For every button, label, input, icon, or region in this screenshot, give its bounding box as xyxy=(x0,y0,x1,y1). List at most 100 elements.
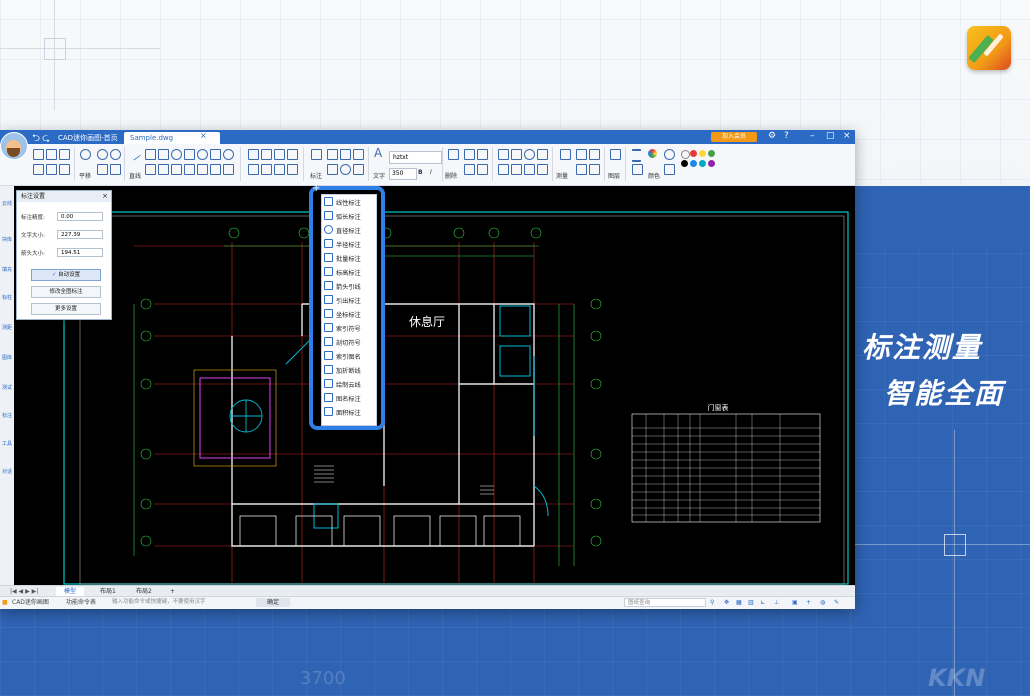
trim-icon[interactable] xyxy=(287,149,298,160)
left-tool-2[interactable]: 填充 xyxy=(1,266,13,273)
line-icon[interactable] xyxy=(127,147,142,161)
print-icon[interactable] xyxy=(33,164,44,175)
crosshair-icon[interactable]: + xyxy=(806,598,811,608)
swatch-white[interactable] xyxy=(681,150,690,159)
export-icon[interactable] xyxy=(46,164,57,175)
menu-item-batch[interactable]: 批量标注 xyxy=(324,253,374,266)
left-tool-0[interactable]: 云线 xyxy=(1,200,13,207)
user-avatar[interactable] xyxy=(0,132,28,160)
zoom-window-icon[interactable] xyxy=(110,164,121,175)
leader-icon[interactable] xyxy=(327,164,338,175)
settings-icon[interactable]: ⚙ xyxy=(768,131,776,141)
minimize-icon[interactable]: – xyxy=(810,131,815,141)
hand-pan-icon[interactable] xyxy=(80,149,91,160)
osnap-icon[interactable]: ▣ xyxy=(792,598,798,608)
help-icon[interactable]: ? xyxy=(784,131,789,141)
text-size-field[interactable]: 227.39 xyxy=(57,230,103,239)
hatch-icon[interactable] xyxy=(498,164,509,175)
left-tool-3[interactable]: 标柱 xyxy=(1,294,13,301)
fillet-icon[interactable] xyxy=(498,149,509,160)
delete-icon[interactable] xyxy=(448,149,459,160)
left-tool-5[interactable]: 图库 xyxy=(1,354,13,361)
swatch-yellow[interactable] xyxy=(699,150,706,157)
search-icon[interactable]: ⚲ xyxy=(710,598,714,608)
parallelogram-icon[interactable] xyxy=(171,164,182,175)
menu-item-revision-cloud[interactable]: 绘制云线 xyxy=(324,379,374,392)
insert-icon[interactable] xyxy=(524,164,535,175)
color-mode-icon[interactable]: ◍ xyxy=(820,598,825,608)
command-input[interactable]: 输入功能命令或快捷键，不要使用汉字 xyxy=(112,598,252,607)
linetype-icon[interactable] xyxy=(632,149,641,162)
arrow-icon[interactable] xyxy=(223,164,234,175)
drawing-canvas[interactable]: 休息厅 门窗表 xyxy=(14,186,855,585)
break-icon[interactable] xyxy=(537,149,548,160)
save-as-icon[interactable] xyxy=(59,149,70,160)
explode-icon[interactable] xyxy=(464,164,475,175)
swatch-cyan[interactable] xyxy=(699,160,706,167)
menu-item-arc-length[interactable]: 弧长标注 xyxy=(324,211,374,224)
left-tool-1[interactable]: 块库 xyxy=(1,236,13,243)
zoom-in-icon[interactable] xyxy=(97,149,108,160)
layer-icon[interactable] xyxy=(610,149,621,160)
block-icon[interactable] xyxy=(477,164,488,175)
layout-tab-2[interactable]: 布局2 xyxy=(128,587,160,596)
calc-icon[interactable] xyxy=(576,164,587,175)
triangle-icon[interactable] xyxy=(145,164,156,175)
swatch-red[interactable] xyxy=(690,150,697,157)
menu-item-break-line[interactable]: 加折断线 xyxy=(324,365,374,378)
angular-dim-icon[interactable] xyxy=(340,149,351,160)
arrow-size-field[interactable]: 194.51 xyxy=(57,248,103,257)
snap-icon[interactable]: ✥ xyxy=(724,598,729,608)
lineweight-icon[interactable] xyxy=(632,164,643,175)
tab-home[interactable]: CAD迷你画图-首页 xyxy=(52,132,132,144)
sketch-icon[interactable] xyxy=(197,164,208,175)
more-settings-button[interactable]: 更多设置 xyxy=(31,303,101,315)
save-icon[interactable] xyxy=(46,149,57,160)
measure-icon[interactable] xyxy=(560,149,571,160)
menu-item-arrow-leader[interactable]: 箭头引线 xyxy=(324,281,374,294)
ray-icon[interactable] xyxy=(158,149,169,160)
edit-pen-icon[interactable]: ✎ xyxy=(834,598,839,608)
text-icon[interactable]: A xyxy=(374,147,383,159)
menu-item-lead-out[interactable]: 引出标注 xyxy=(324,295,374,308)
confirm-button[interactable]: 确定 xyxy=(256,598,290,607)
menu-item-diameter[interactable]: 直径标注 xyxy=(324,225,374,238)
open-icon[interactable] xyxy=(33,149,44,160)
layout-tab-1[interactable]: 布局1 xyxy=(92,587,124,596)
left-tool-4[interactable]: 测距 xyxy=(1,324,13,331)
update-all-dims-button[interactable]: 修改全图标注 xyxy=(31,286,101,298)
zoom-out-icon[interactable] xyxy=(110,149,121,160)
restore-icon[interactable]: □ xyxy=(826,131,835,141)
ortho-icon[interactable]: ▥ xyxy=(748,598,754,608)
bold-button[interactable]: B xyxy=(418,169,423,176)
swatch-blue[interactable] xyxy=(690,160,697,167)
swatch-magenta[interactable] xyxy=(708,160,715,167)
left-tool-8[interactable]: 工具 xyxy=(1,440,13,447)
close-tab-icon[interactable]: × xyxy=(200,131,207,140)
menu-item-coordinate[interactable]: 坐标标注 xyxy=(324,309,374,322)
ruler-icon[interactable]: ⊥ xyxy=(774,598,779,608)
stretch-icon[interactable] xyxy=(287,164,298,175)
tab-nav-arrows-icon[interactable]: |◀ ◀ ▶ ▶| xyxy=(2,587,46,596)
array-icon[interactable] xyxy=(524,149,535,160)
dimension-icon[interactable] xyxy=(311,149,322,160)
copy-icon[interactable] xyxy=(261,149,272,160)
swatch-green[interactable] xyxy=(708,150,715,157)
palette-icon[interactable] xyxy=(664,149,675,160)
circle-icon[interactable] xyxy=(197,149,208,160)
menu-item-area[interactable]: 面积标注 xyxy=(324,407,374,420)
distance-icon[interactable] xyxy=(589,149,600,160)
rotate-icon[interactable] xyxy=(274,149,285,160)
table-icon[interactable] xyxy=(511,164,522,175)
rectangle-icon[interactable] xyxy=(210,149,221,160)
left-tool-9[interactable]: 对话 xyxy=(1,468,13,475)
aligned-dim-icon[interactable] xyxy=(327,149,338,160)
ellipse-icon[interactable] xyxy=(223,149,234,160)
close-icon[interactable]: × xyxy=(843,131,851,141)
auto-settings-checkbox[interactable]: ✓ 自动设置 xyxy=(31,269,101,281)
offset-icon[interactable] xyxy=(261,164,272,175)
grid-toggle-icon[interactable]: ▦ xyxy=(736,598,742,608)
menu-item-radius[interactable]: 半径标注 xyxy=(324,239,374,252)
left-tool-6[interactable]: 测试 xyxy=(1,384,13,391)
swatch-black[interactable] xyxy=(681,160,688,167)
